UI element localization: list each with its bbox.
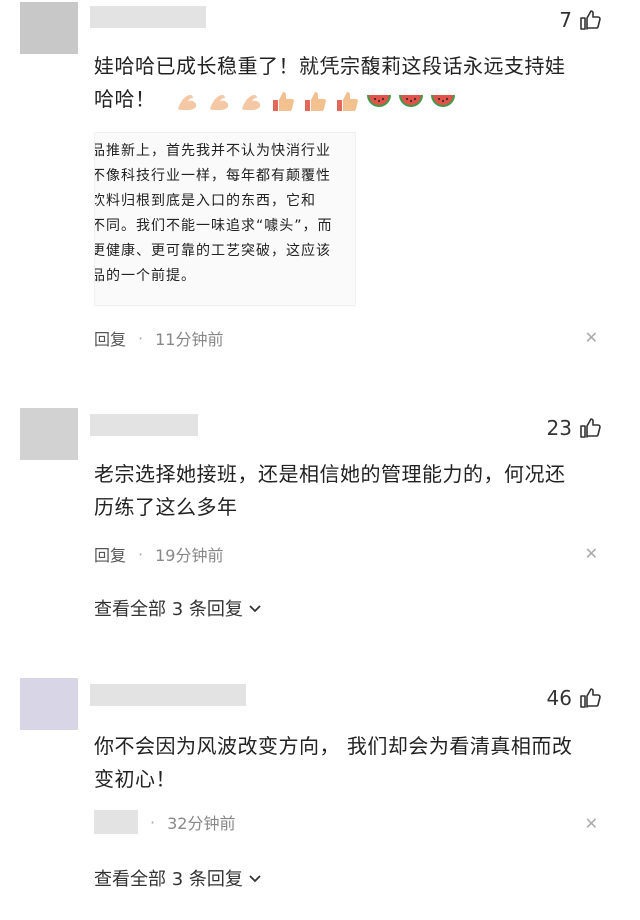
view-all-replies-link[interactable]: 查看全部 3 条回复 xyxy=(94,865,263,891)
thumbs-up-icon xyxy=(580,10,601,30)
comment-text: 老宗选择她接班，还是相信她的管理能力的，何况还 历练了这么多年 xyxy=(94,458,604,524)
comment-text-line: 变初心！ xyxy=(94,767,176,791)
comment-text: 你不会因为风波改变方向， 我们却会为看清真相而改 变初心！ xyxy=(94,730,604,796)
comment-text-line: 老宗选择她接班，还是相信她的管理能力的，何况还 xyxy=(94,462,566,486)
quoted-text-line: 不像科技行业一样，每年都有颠覆性 xyxy=(94,168,331,184)
like-button[interactable]: 7 xyxy=(559,8,602,32)
like-button[interactable]: 23 xyxy=(547,416,602,440)
separator-dot: · xyxy=(138,328,144,348)
watermelon-icon xyxy=(431,94,456,107)
muscle-icon xyxy=(242,94,261,110)
thumbs-up-icon xyxy=(305,91,327,111)
separator-dot: · xyxy=(150,812,156,832)
close-icon[interactable]: ✕ xyxy=(585,328,598,347)
username-redacted[interactable] xyxy=(90,684,246,706)
quoted-text-line: 品推新上，首先我并不认为快消行业 xyxy=(94,143,331,159)
quoted-image[interactable]: 品推新上，首先我并不认为快消行业 不像科技行业一样，每年都有颠覆性 饮料归根到底… xyxy=(94,132,356,306)
timestamp: 19分钟前 xyxy=(155,546,224,565)
thumbs-up-icon xyxy=(273,91,295,111)
username-redacted[interactable] xyxy=(90,414,198,436)
view-all-replies-label: 查看全部 3 条回复 xyxy=(94,869,243,890)
close-icon[interactable]: ✕ xyxy=(585,544,598,563)
timestamp: 11分钟前 xyxy=(155,330,224,349)
comment-meta: · 32分钟前 xyxy=(94,810,235,834)
comment-item: 7 娃哈哈已成长稳重了！就凭宗馥莉这段话永远支持娃 哈哈！ 品推新上，首先我并不… xyxy=(0,0,640,380)
watermelon-icon xyxy=(367,94,392,107)
quoted-text-line: 不同。我们不能一味追求“噱头”，而 xyxy=(94,218,333,234)
avatar[interactable] xyxy=(20,678,78,730)
reply-button-redacted[interactable] xyxy=(94,810,138,834)
comment-text-fragment: 哈哈！ xyxy=(94,87,156,111)
like-count: 7 xyxy=(559,8,572,32)
quoted-text-block: 品推新上，首先我并不认为快消行业 不像科技行业一样，每年都有颠覆性 饮料归根到底… xyxy=(94,139,333,289)
comment-item: 46 你不会因为风波改变方向， 我们却会为看清真相而改 变初心！ · 32分钟前… xyxy=(0,670,640,910)
timestamp: 32分钟前 xyxy=(167,814,236,833)
thumbs-up-icon xyxy=(337,91,359,111)
avatar[interactable] xyxy=(20,2,78,54)
avatar[interactable] xyxy=(20,408,78,460)
view-all-replies-link[interactable]: 查看全部 3 条回复 xyxy=(94,595,263,621)
muscle-icon xyxy=(210,94,229,110)
comment-text-line: 娃哈哈已成长稳重了！就凭宗馥莉这段话永远支持娃 xyxy=(94,54,566,78)
comment-text-line: 哈哈！ xyxy=(94,83,604,116)
like-button[interactable]: 46 xyxy=(547,686,602,710)
muscle-icon xyxy=(178,94,197,110)
emoji-row xyxy=(172,89,458,113)
like-count: 46 xyxy=(546,686,572,710)
comment-text-line: 你不会因为风波改变方向， 我们却会为看清真相而改 xyxy=(94,734,573,758)
reply-button[interactable]: 回复 xyxy=(94,326,126,350)
watermelon-icon xyxy=(399,94,424,107)
quoted-text-line: 品的一个前提。 xyxy=(94,268,196,284)
comment-meta: 回复 · 11分钟前 xyxy=(94,326,223,350)
comment-text-line: 历练了这么多年 xyxy=(94,495,238,519)
reply-button[interactable]: 回复 xyxy=(94,542,126,566)
chevron-down-icon xyxy=(249,605,261,613)
comment-text: 娃哈哈已成长稳重了！就凭宗馥莉这段话永远支持娃 哈哈！ xyxy=(94,50,604,116)
comment-meta: 回复 · 19分钟前 xyxy=(94,542,223,566)
separator-dot: · xyxy=(138,544,144,564)
close-icon[interactable]: ✕ xyxy=(585,814,598,833)
quoted-text-line: 饮料归根到底是入口的东西，它和 xyxy=(94,193,316,209)
comment-item: 23 老宗选择她接班，还是相信她的管理能力的，何况还 历练了这么多年 回复 · … xyxy=(0,400,640,640)
thumbs-up-icon xyxy=(580,688,601,708)
username-redacted[interactable] xyxy=(90,6,206,28)
like-count: 23 xyxy=(546,416,572,440)
quoted-text-line: 更健康、更可靠的工艺突破，这应该 xyxy=(94,243,331,259)
view-all-replies-label: 查看全部 3 条回复 xyxy=(94,599,243,620)
chevron-down-icon xyxy=(249,875,261,883)
thumbs-up-icon xyxy=(580,418,601,438)
